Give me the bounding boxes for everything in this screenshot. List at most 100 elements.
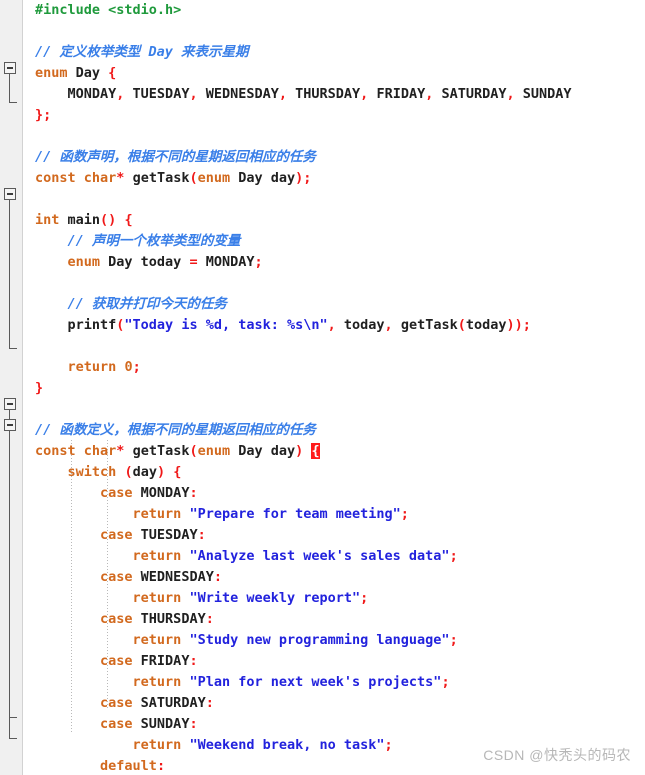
code-token: FRIDAY xyxy=(132,653,190,669)
code-token: MONDAY xyxy=(197,254,255,270)
code-token: WEDNESDAY xyxy=(132,569,214,585)
fold-range-line xyxy=(9,200,10,348)
code-token: Day day xyxy=(230,443,296,459)
code-token: today xyxy=(465,317,507,333)
code-token: enum xyxy=(67,254,101,270)
code-line[interactable]: return "Analyze last week's sales data"; xyxy=(23,546,645,567)
code-token: MONDAY xyxy=(132,485,190,501)
code-token: const xyxy=(35,443,76,459)
code-token: "Write weekly report" xyxy=(189,590,361,606)
code-line[interactable]: case TUESDAY: xyxy=(23,525,645,546)
code-line[interactable]: // 声明一个枚举类型的变量 xyxy=(23,231,645,252)
code-token: , xyxy=(278,86,288,102)
code-line[interactable]: MONDAY, TUESDAY, WEDNESDAY, THURSDAY, FR… xyxy=(23,84,645,105)
code-line[interactable]: const char* getTask(enum Day day) { xyxy=(23,441,645,462)
fold-range-line xyxy=(9,431,10,717)
code-token: : xyxy=(197,527,206,543)
fold-gutter[interactable] xyxy=(0,0,23,775)
code-token: ( xyxy=(457,317,466,333)
code-token: main xyxy=(59,212,101,228)
code-token: int xyxy=(35,212,60,228)
code-line[interactable] xyxy=(23,189,645,210)
code-token: ( xyxy=(124,464,133,480)
code-line[interactable] xyxy=(23,126,645,147)
code-line[interactable]: switch (day) { xyxy=(23,462,645,483)
code-token: // 定义枚举类型 Day 来表示星期 xyxy=(35,44,249,60)
code-line[interactable]: } xyxy=(23,378,645,399)
code-token: getTask xyxy=(392,317,458,333)
code-line[interactable]: #include <stdio.h> xyxy=(23,0,645,21)
code-token: return xyxy=(67,359,117,375)
code-line[interactable]: // 获取并打印今天的任务 xyxy=(23,294,645,315)
code-token: ; xyxy=(132,359,141,375)
code-token: char xyxy=(83,170,117,186)
code-token: TUESDAY xyxy=(132,527,198,543)
code-token: SUNDAY xyxy=(514,86,572,102)
code-line[interactable] xyxy=(23,21,645,42)
code-token: : xyxy=(205,611,214,627)
code-token: case xyxy=(100,695,133,711)
code-line[interactable]: case THURSDAY: xyxy=(23,609,645,630)
code-token: SATURDAY xyxy=(132,695,206,711)
code-line[interactable]: return "Write weekly report"; xyxy=(23,588,645,609)
code-token: ; xyxy=(441,674,450,690)
code-token: Day day xyxy=(230,170,296,186)
code-token: : xyxy=(189,653,198,669)
code-token: ; xyxy=(254,254,263,270)
fold-toggle-fold-switch[interactable] xyxy=(4,419,16,431)
code-line[interactable]: printf ("Today is %d, task: %s\n", today,… xyxy=(23,315,645,336)
fold-toggle-fold-gettask[interactable] xyxy=(4,398,16,410)
code-line[interactable]: return 0; xyxy=(23,357,645,378)
code-line[interactable]: // 函数声明，根据不同的星期返回相应的任务 xyxy=(23,147,645,168)
code-line[interactable]: case SATURDAY: xyxy=(23,693,645,714)
code-line[interactable]: return "Prepare for team meeting"; xyxy=(23,504,645,525)
code-line[interactable] xyxy=(23,399,645,420)
code-token: case xyxy=(100,611,133,627)
code-line[interactable] xyxy=(23,273,645,294)
code-line[interactable]: enum Day { xyxy=(23,63,645,84)
code-line[interactable]: case WEDNESDAY: xyxy=(23,567,645,588)
code-line[interactable]: case MONDAY: xyxy=(23,483,645,504)
code-token: "Analyze last week's sales data" xyxy=(189,548,450,564)
code-token: case xyxy=(100,653,133,669)
code-line[interactable]: // 函数定义，根据不同的星期返回相应的任务 xyxy=(23,420,645,441)
code-token: // 函数声明，根据不同的星期返回相应的任务 xyxy=(35,149,316,165)
fold-toggle-fold-main[interactable] xyxy=(4,188,16,200)
code-token: = xyxy=(189,254,198,270)
code-line[interactable]: return "Plan for next week's projects"; xyxy=(23,672,645,693)
fold-toggle-fold-enum-day[interactable] xyxy=(4,62,16,74)
code-line[interactable] xyxy=(23,336,645,357)
code-token: SATURDAY xyxy=(433,86,507,102)
code-token: ; xyxy=(360,590,369,606)
fold-range-end xyxy=(9,738,17,739)
code-token: MONDAY xyxy=(35,86,117,102)
code-token: }; xyxy=(35,107,52,123)
code-line[interactable]: // 定义枚举类型 Day 来表示星期 xyxy=(23,42,645,63)
code-line[interactable]: return "Study new programming language"; xyxy=(23,630,645,651)
code-token: , xyxy=(384,317,393,333)
code-token: ) xyxy=(156,464,166,480)
code-token: today xyxy=(335,317,385,333)
code-token: : xyxy=(205,695,214,711)
code-surface[interactable]: #include <stdio.h> // 定义枚举类型 Day 来表示星期 en… xyxy=(23,0,645,775)
code-token: return xyxy=(132,737,182,753)
code-token: return xyxy=(132,674,182,690)
code-lines[interactable]: #include <stdio.h> // 定义枚举类型 Day 来表示星期 en… xyxy=(23,0,645,775)
code-line[interactable]: const char* getTask(enum Day day); xyxy=(23,168,645,189)
code-line[interactable]: enum Day today = MONDAY; xyxy=(23,252,645,273)
code-editor[interactable]: #include <stdio.h> // 定义枚举类型 Day 来表示星期 en… xyxy=(0,0,645,775)
code-line[interactable]: int main() { xyxy=(23,210,645,231)
code-token: TUESDAY xyxy=(124,86,190,102)
code-token: char xyxy=(83,443,117,459)
code-line[interactable]: }; xyxy=(23,105,645,126)
code-line[interactable]: case SUNDAY: xyxy=(23,714,645,735)
code-line[interactable]: case FRIDAY: xyxy=(23,651,645,672)
code-token: Day today xyxy=(100,254,190,270)
